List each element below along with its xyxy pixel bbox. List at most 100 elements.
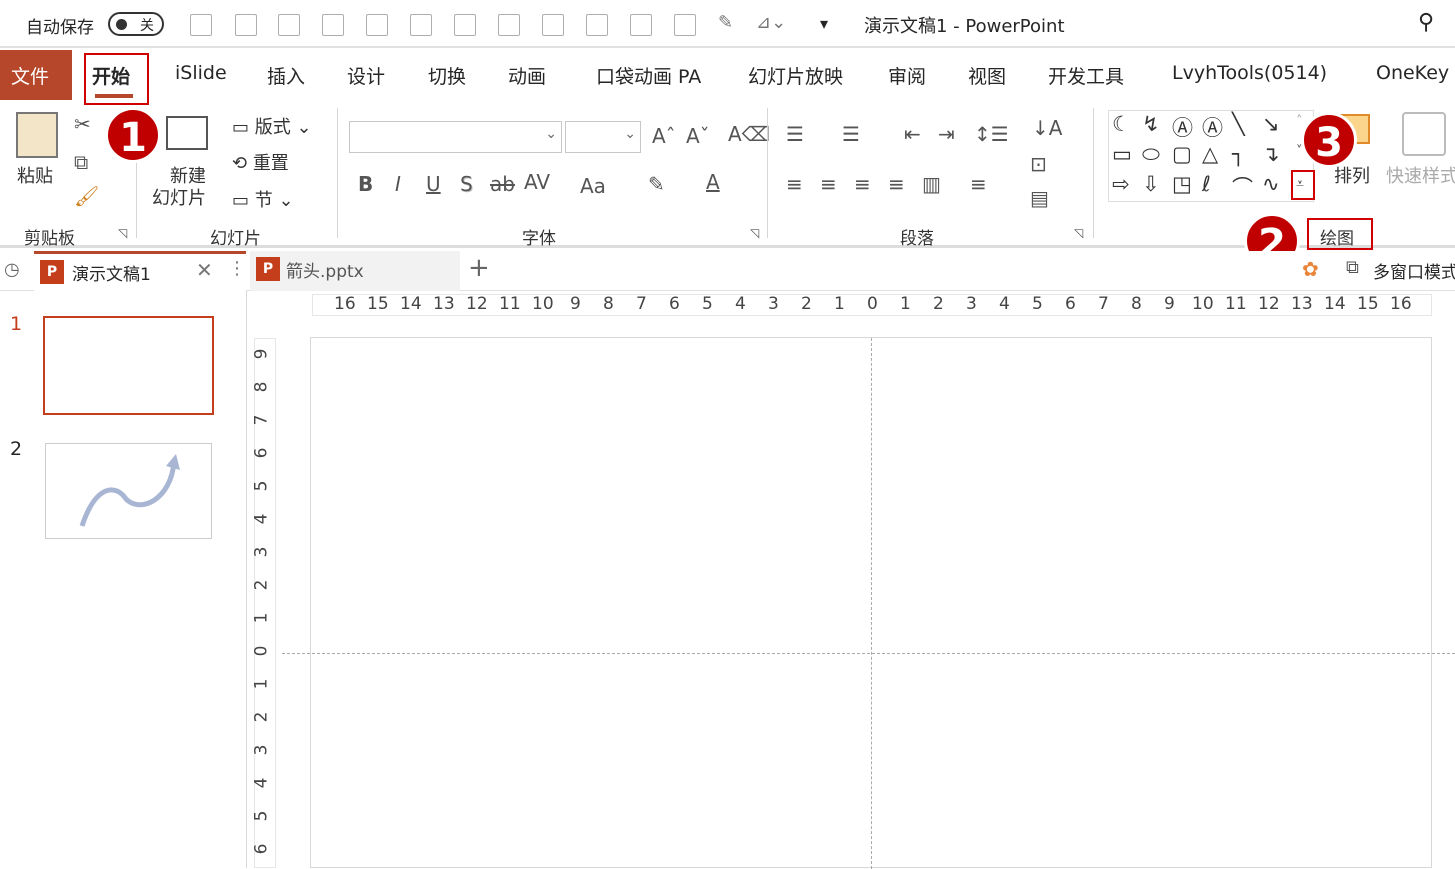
strikethrough-button[interactable]: ab <box>490 172 515 196</box>
dialog-launcher-icon[interactable]: ◹ <box>1074 226 1083 240</box>
tab-10[interactable]: 视图 <box>968 62 1006 89</box>
bold-button[interactable]: B <box>358 172 373 196</box>
dialog-launcher-icon[interactable]: ◹ <box>118 226 127 240</box>
shape-gallery-item[interactable]: ┐ <box>1232 142 1245 166</box>
char-spacing-button[interactable]: AV <box>524 170 550 194</box>
shape-gallery-item[interactable]: ⬭ <box>1142 142 1160 167</box>
history-icon[interactable]: ◷ <box>4 259 20 280</box>
shape-gallery-item[interactable]: ↴ <box>1262 142 1280 166</box>
shape-gallery-item[interactable]: ℓ <box>1202 172 1211 196</box>
paste-button[interactable]: 粘贴 <box>17 162 53 188</box>
qat-align-icon-1[interactable] <box>235 14 257 36</box>
slide-canvas[interactable] <box>310 337 1432 869</box>
highlight-icon[interactable]: ✎ <box>648 172 665 196</box>
qat-align-icon-8[interactable] <box>542 14 564 36</box>
format-painter-icon[interactable]: 🖌 <box>74 184 99 208</box>
tab-4[interactable]: 设计 <box>347 62 385 89</box>
qat-align-icon-9[interactable] <box>586 14 608 36</box>
shape-gallery-item[interactable]: ◳ <box>1172 172 1192 196</box>
doc-tab[interactable]: P 箭头.pptx <box>250 251 460 291</box>
search-icon[interactable]: ⚲ <box>1418 10 1434 35</box>
qat-align-icon-11[interactable] <box>674 14 696 36</box>
paste-icon[interactable] <box>16 112 58 158</box>
quick-styles-button[interactable]: 快速样式 <box>1386 162 1455 188</box>
font-size-select[interactable]: ⌄ <box>565 121 641 153</box>
shape-gallery-item[interactable]: ↯ <box>1142 112 1160 136</box>
horizontal-ruler[interactable]: 16 15 14 13 12 11 10 9 8 7 6 5 4 3 2 1 0 1 2 3 4 5 6 7 8 9 10 11 12 1… <box>312 294 1432 316</box>
slide-thumbnail-1[interactable] <box>43 316 214 415</box>
settings-icon[interactable]: ✿ <box>1302 257 1319 281</box>
tab-0[interactable]: 文件 <box>0 50 72 100</box>
tab-6[interactable]: 动画 <box>508 62 546 89</box>
distributed-icon[interactable]: ▥ <box>922 172 941 196</box>
smartart-icon[interactable]: ▤ <box>1030 186 1049 210</box>
qat-align-icon-2[interactable] <box>278 14 300 36</box>
tab-5[interactable]: 切换 <box>428 62 466 89</box>
qat-align-icon-0[interactable] <box>190 14 212 36</box>
line-spacing-icon[interactable]: ↕☰ <box>974 122 1009 146</box>
tab-8[interactable]: 幻灯片放映 <box>748 62 843 89</box>
tab-13[interactable]: OneKey <box>1376 62 1449 84</box>
shape-gallery-item[interactable]: ╲ <box>1232 112 1245 136</box>
section-button[interactable]: ▭ 节 ⌄ <box>232 186 294 212</box>
multiwindow-icon[interactable]: ⧉ <box>1346 257 1359 278</box>
qat-align-icon-10[interactable] <box>630 14 652 36</box>
numbering-icon[interactable]: ☰ <box>842 122 860 146</box>
font-color-icon[interactable]: A <box>706 170 720 194</box>
qat-align-icon-7[interactable] <box>498 14 520 36</box>
columns-icon[interactable]: ≡ <box>970 172 987 196</box>
layout-button[interactable]: ▭ 版式 ⌄ <box>232 113 312 139</box>
shadow-button[interactable]: S <box>460 172 473 196</box>
increase-indent-icon[interactable]: ⇥ <box>938 122 955 146</box>
underline-button[interactable]: U <box>426 172 441 196</box>
shape-gallery-item[interactable]: ⇩ <box>1142 172 1160 196</box>
new-slide-label-2[interactable]: 幻灯片 <box>152 184 206 210</box>
copy-icon[interactable]: ⧉ <box>74 150 88 174</box>
tab-2[interactable]: iSlide <box>175 62 227 84</box>
shape-gallery-item[interactable]: ↘ <box>1262 112 1280 136</box>
multiwindow-mode-button[interactable]: 多窗口模式 <box>1373 258 1455 283</box>
dialog-launcher-icon[interactable]: ◹ <box>750 226 759 240</box>
draw-icon[interactable]: ✎ <box>718 12 733 33</box>
shape-gallery-item[interactable]: Ⓐ <box>1202 112 1223 142</box>
decrease-indent-icon[interactable]: ⇤ <box>904 122 921 146</box>
qat-align-icon-4[interactable] <box>366 14 388 36</box>
align-left-icon[interactable]: ≡ <box>786 172 803 196</box>
reset-button[interactable]: ⟲ 重置 <box>232 149 289 175</box>
justify-icon[interactable]: ≡ <box>888 172 905 196</box>
text-direction-icon[interactable]: ↓A <box>1032 116 1062 140</box>
align-center-icon[interactable]: ≡ <box>820 172 837 196</box>
qat-align-icon-6[interactable] <box>454 14 476 36</box>
gallery-up-icon[interactable]: ˄ <box>1296 114 1303 129</box>
quick-styles-icon[interactable] <box>1402 112 1446 156</box>
font-name-select[interactable]: ⌄ <box>349 121 562 153</box>
shape-gallery-item[interactable]: Ⓐ <box>1172 112 1193 142</box>
shape-gallery-item[interactable]: ▭ <box>1112 142 1132 166</box>
qat-align-icon-3[interactable] <box>322 14 344 36</box>
new-tab-button[interactable]: + <box>468 253 490 283</box>
redo-icon[interactable]: ⊿⌄ <box>756 12 786 33</box>
customize-qat-icon[interactable]: ▾ <box>820 14 828 33</box>
align-right-icon[interactable]: ≡ <box>854 172 871 196</box>
vertical-guide[interactable] <box>871 338 872 869</box>
shape-gallery-item[interactable]: △ <box>1202 142 1218 166</box>
shape-gallery-item[interactable]: ⌒ <box>1232 172 1253 202</box>
cut-icon[interactable]: ✂ <box>74 112 91 136</box>
tab-3[interactable]: 插入 <box>267 62 305 89</box>
new-slide-icon[interactable] <box>166 116 208 150</box>
clear-format-icon[interactable]: A⌫ <box>728 122 770 146</box>
shape-gallery-item[interactable]: ⇨ <box>1112 172 1130 196</box>
autosave-toggle[interactable]: 关 <box>108 12 164 36</box>
increase-font-icon[interactable]: Aˆ <box>652 124 676 148</box>
qat-align-icon-5[interactable] <box>410 14 432 36</box>
horizontal-guide[interactable] <box>282 653 1455 654</box>
doc-tab-active[interactable]: P 演示文稿1 ✕ ⋮ <box>34 251 246 291</box>
tab-12[interactable]: LvyhTools(0514) <box>1172 62 1327 84</box>
tab-11[interactable]: 开发工具 <box>1048 62 1124 89</box>
shape-gallery-item[interactable]: ☾ <box>1112 112 1131 136</box>
italic-button[interactable]: I <box>395 172 401 196</box>
more-icon[interactable]: ⋮ <box>228 258 246 279</box>
align-text-icon[interactable]: ⊡ <box>1030 152 1047 176</box>
close-icon[interactable]: ✕ <box>196 258 213 282</box>
decrease-font-icon[interactable]: Aˇ <box>686 124 710 148</box>
